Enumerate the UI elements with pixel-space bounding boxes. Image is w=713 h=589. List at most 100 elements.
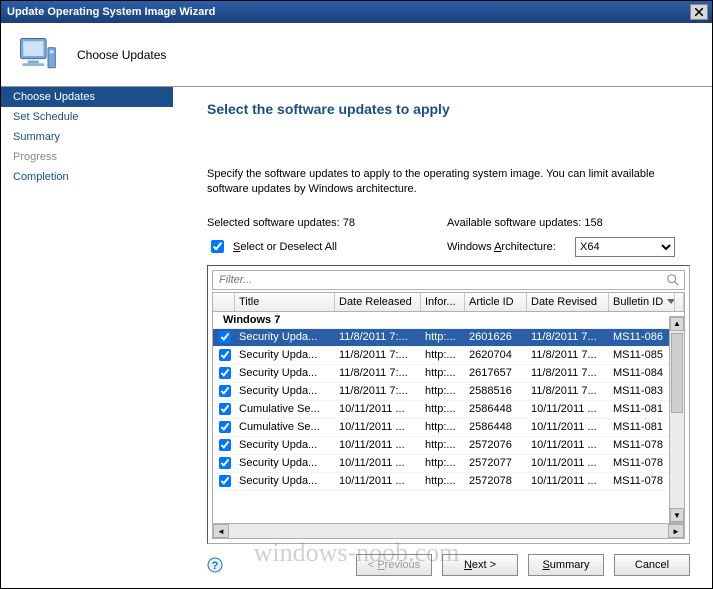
cell-bulletin: MS11-078 [609, 475, 675, 487]
cell-date: 11/8/2011 7:... [335, 385, 421, 397]
sidebar-step-completion[interactable]: Completion [1, 167, 173, 187]
cell-info: http:... [421, 331, 465, 343]
sidebar-step-set-schedule[interactable]: Set Schedule [1, 107, 173, 127]
group-row[interactable]: Windows 7 [213, 312, 684, 329]
cell-title: Security Upda... [235, 475, 335, 487]
options-row: Select or Deselect All Windows Architect… [207, 237, 690, 257]
stats-row: Selected software updates: 78 Available … [207, 217, 690, 229]
cell-info: http:... [421, 403, 465, 415]
horizontal-scrollbar[interactable]: ◄ ► [212, 523, 685, 539]
cell-revised: 11/8/2011 7... [527, 385, 609, 397]
row-checkbox[interactable] [219, 349, 231, 361]
row-checkbox[interactable] [219, 439, 231, 451]
row-checkbox[interactable] [219, 367, 231, 379]
next-button[interactable]: Next > [442, 554, 518, 576]
row-checkbox[interactable] [219, 385, 231, 397]
sidebar-step-summary[interactable]: Summary [1, 127, 173, 147]
cell-date: 11/8/2011 7:... [335, 367, 421, 379]
cell-revised: 10/11/2011 ... [527, 457, 609, 469]
filter-input[interactable] [217, 273, 666, 287]
column-header-article[interactable]: Article ID [465, 293, 527, 311]
column-header-spacer [675, 293, 684, 311]
cell-article: 2586448 [465, 403, 527, 415]
row-checkbox[interactable] [219, 403, 231, 415]
cell-bulletin: MS11-085 [609, 349, 675, 361]
scroll-down-icon[interactable]: ▼ [670, 508, 684, 522]
scroll-right-icon[interactable]: ► [668, 524, 684, 538]
cell-date: 11/8/2011 7:... [335, 349, 421, 361]
grid-header: TitleDate ReleasedInfor...Article IDDate… [212, 292, 685, 312]
cell-article: 2617657 [465, 367, 527, 379]
table-row[interactable]: Cumulative Se...10/11/2011 ...http:...25… [213, 419, 684, 437]
table-row[interactable]: Security Upda...11/8/2011 7:...http:...2… [213, 365, 684, 383]
table-row[interactable]: Security Upda...10/11/2011 ...http:...25… [213, 437, 684, 455]
wizard-steps-sidebar: Choose UpdatesSet ScheduleSummaryProgres… [1, 87, 173, 586]
cell-date: 10/11/2011 ... [335, 475, 421, 487]
cell-title: Cumulative Se... [235, 403, 335, 415]
row-checkbox[interactable] [219, 457, 231, 469]
cell-revised: 10/11/2011 ... [527, 403, 609, 415]
sidebar-step-choose-updates[interactable]: Choose Updates [1, 87, 173, 107]
column-header-date[interactable]: Date Released [335, 293, 421, 311]
cell-bulletin: MS11-078 [609, 439, 675, 451]
cell-date: 10/11/2011 ... [335, 457, 421, 469]
summary-button[interactable]: Summary [528, 554, 604, 576]
cell-article: 2572078 [465, 475, 527, 487]
column-header-title[interactable]: Title [235, 293, 335, 311]
cell-revised: 11/8/2011 7... [527, 349, 609, 361]
cell-bulletin: MS11-078 [609, 457, 675, 469]
column-header-info[interactable]: Infor... [421, 293, 465, 311]
cell-date: 11/8/2011 7:... [335, 331, 421, 343]
cell-article: 2588516 [465, 385, 527, 397]
cell-date: 10/11/2011 ... [335, 439, 421, 451]
table-row[interactable]: Security Upda...11/8/2011 7:...http:...2… [213, 383, 684, 401]
cell-article: 2572076 [465, 439, 527, 451]
svg-text:?: ? [212, 560, 219, 572]
available-updates-label: Available software updates: [447, 217, 581, 229]
architecture-select[interactable]: X64X86Both [575, 237, 675, 257]
table-row[interactable]: Security Upda...10/11/2011 ...http:...25… [213, 455, 684, 473]
table-row[interactable]: Security Upda...10/11/2011 ...http:...25… [213, 473, 684, 491]
scroll-thumb[interactable] [671, 333, 683, 413]
cell-info: http:... [421, 439, 465, 451]
cell-revised: 11/8/2011 7... [527, 331, 609, 343]
help-icon[interactable]: ? [207, 557, 223, 573]
cell-revised: 11/8/2011 7... [527, 367, 609, 379]
table-row[interactable]: Security Upda...11/8/2011 7:...http:...2… [213, 347, 684, 365]
table-row[interactable]: Security Upda...11/8/2011 7:...http:...2… [213, 329, 684, 347]
page-title: Select the software updates to apply [207, 101, 690, 117]
cell-bulletin: MS11-083 [609, 385, 675, 397]
close-button[interactable] [690, 4, 708, 20]
wizard-body: Choose UpdatesSet ScheduleSummaryProgres… [1, 87, 712, 586]
column-header-bulletin[interactable]: Bulletin ID [609, 293, 675, 311]
cancel-button[interactable]: Cancel [614, 554, 690, 576]
row-checkbox[interactable] [219, 421, 231, 433]
header-step-title: Choose Updates [77, 48, 166, 62]
row-checkbox[interactable] [219, 331, 231, 343]
cell-info: http:... [421, 349, 465, 361]
cell-info: http:... [421, 421, 465, 433]
cell-bulletin: MS11-081 [609, 421, 675, 433]
row-checkbox[interactable] [219, 475, 231, 487]
cell-bulletin: MS11-086 [609, 331, 675, 343]
column-checkbox[interactable] [213, 293, 235, 311]
cell-title: Security Upda... [235, 385, 335, 397]
cell-article: 2572077 [465, 457, 527, 469]
previous-button[interactable]: < Previous [356, 554, 432, 576]
select-all-checkbox[interactable] [211, 240, 224, 253]
cell-date: 10/11/2011 ... [335, 421, 421, 433]
computer-icon [15, 33, 59, 77]
cell-info: http:... [421, 385, 465, 397]
table-row[interactable]: Cumulative Se...10/11/2011 ...http:...25… [213, 401, 684, 419]
vertical-scrollbar[interactable]: ▲ ▼ [669, 316, 685, 523]
scroll-left-icon[interactable]: ◄ [213, 524, 229, 538]
selected-updates-count: 78 [343, 217, 355, 229]
cell-article: 2601626 [465, 331, 527, 343]
cell-date: 10/11/2011 ... [335, 403, 421, 415]
updates-grid: TitleDate ReleasedInfor...Article IDDate… [207, 265, 690, 544]
cell-bulletin: MS11-081 [609, 403, 675, 415]
scroll-up-icon[interactable]: ▲ [670, 317, 684, 331]
cell-title: Security Upda... [235, 457, 335, 469]
cell-title: Security Upda... [235, 349, 335, 361]
column-header-revised[interactable]: Date Revised [527, 293, 609, 311]
